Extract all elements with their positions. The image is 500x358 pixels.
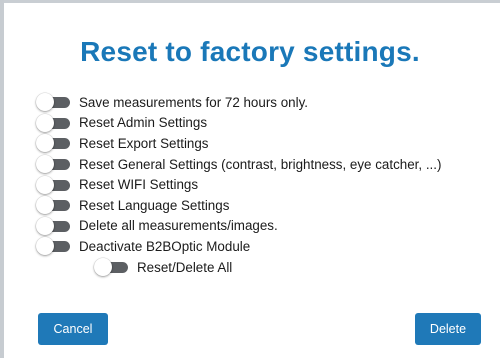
option-reset-wifi[interactable]: Reset WIFI Settings xyxy=(36,174,496,195)
toggle-switch[interactable] xyxy=(36,155,70,174)
option-label: Reset WIFI Settings xyxy=(79,177,199,193)
toggle-switch[interactable] xyxy=(36,113,70,132)
toggle-switch[interactable] xyxy=(36,216,70,235)
option-reset-admin[interactable]: Reset Admin Settings xyxy=(36,113,496,134)
toggle-switch[interactable] xyxy=(36,196,70,215)
toggle-switch[interactable] xyxy=(36,237,70,256)
dialog-title: Reset to factory settings. xyxy=(80,36,420,67)
toggle-switch[interactable] xyxy=(94,258,128,277)
option-reset-language[interactable]: Reset Language Settings xyxy=(36,195,496,216)
option-reset-export[interactable]: Reset Export Settings xyxy=(36,133,496,154)
option-save-72-hours[interactable]: Save measurements for 72 hours only. xyxy=(36,92,496,113)
delete-button[interactable]: Delete xyxy=(415,313,481,345)
toggle-switch[interactable] xyxy=(36,93,70,112)
option-reset-general[interactable]: Reset General Settings (contrast, bright… xyxy=(36,154,496,175)
reset-dialog: Reset to factory settings. Save measurem… xyxy=(0,0,500,358)
option-label: Reset Language Settings xyxy=(79,197,230,213)
window-top-edge xyxy=(0,0,500,3)
option-delete-measurements[interactable]: Delete all measurements/images. xyxy=(36,216,496,237)
option-label: Reset Export Settings xyxy=(79,135,209,151)
option-label: Reset Admin Settings xyxy=(79,115,208,131)
option-label: Deactivate B2BOptic Module xyxy=(79,238,251,254)
cancel-button[interactable]: Cancel xyxy=(38,313,108,345)
option-label: Reset General Settings (contrast, bright… xyxy=(79,156,442,172)
reset-options-list: Save measurements for 72 hours only. Res… xyxy=(36,92,496,277)
option-reset-delete-all[interactable]: Reset/Delete All xyxy=(36,257,496,278)
option-label: Save measurements for 72 hours only. xyxy=(79,94,308,110)
option-label: Reset/Delete All xyxy=(137,259,233,275)
option-deactivate-b2boptic[interactable]: Deactivate B2BOptic Module xyxy=(36,236,496,257)
toggle-switch[interactable] xyxy=(36,175,70,194)
toggle-switch[interactable] xyxy=(36,134,70,153)
option-label: Delete all measurements/images. xyxy=(79,218,278,234)
